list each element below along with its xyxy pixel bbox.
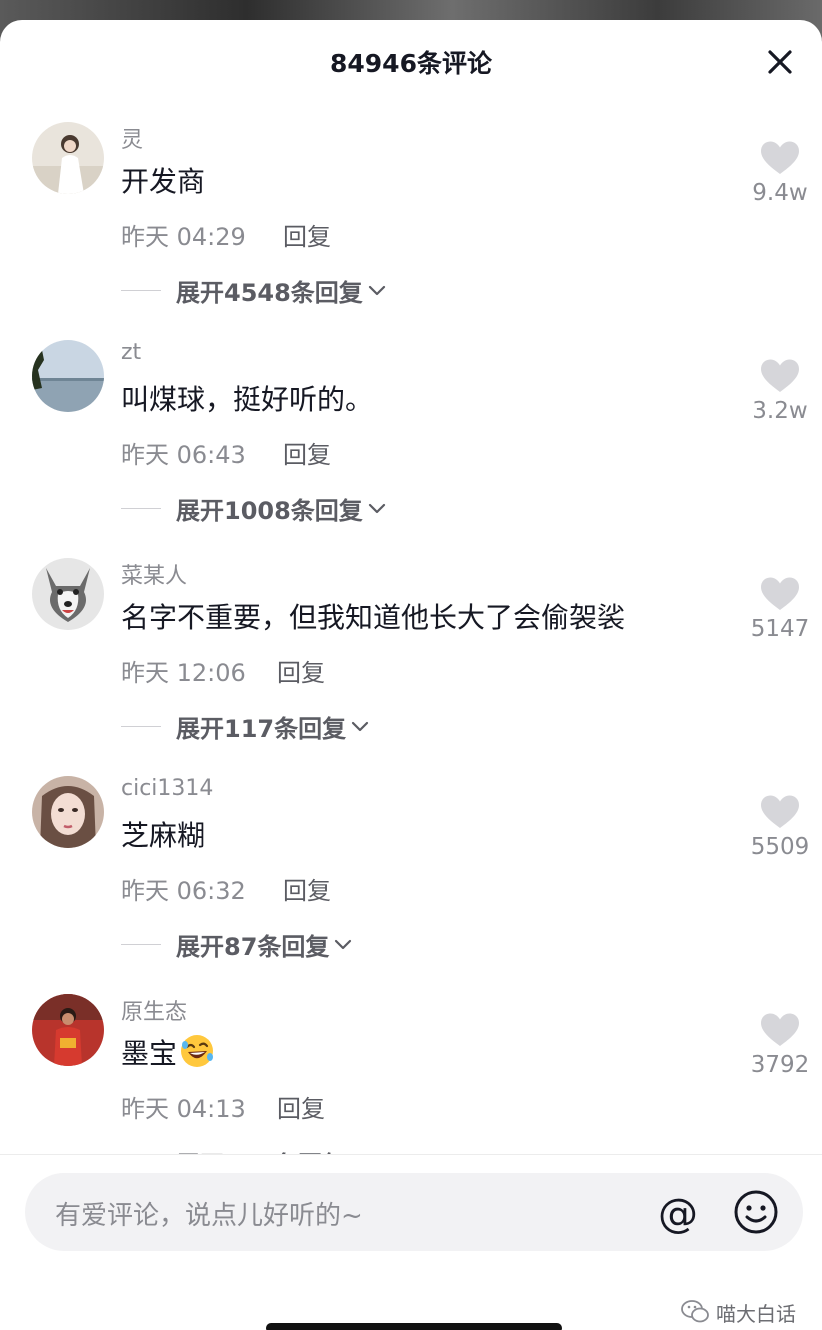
comment-time: 昨天 04:29	[121, 223, 246, 251]
like-button[interactable]: 3.2w	[744, 358, 816, 428]
chevron-down-icon	[352, 721, 369, 732]
emoji-button[interactable]	[731, 1187, 781, 1237]
like-count: 9.4w	[752, 180, 808, 206]
comment-text-value: 墨宝	[121, 1037, 178, 1070]
expand-replies-button[interactable]: 展开4548条回复	[121, 274, 388, 307]
smiley-icon	[734, 1190, 778, 1234]
avatar[interactable]	[32, 558, 104, 630]
expand-replies-label: 展开4548条回复	[176, 278, 363, 307]
reply-button[interactable]: 回复	[283, 435, 331, 470]
comment-text: 芝麻糊	[121, 819, 206, 852]
reply-button[interactable]: 回复	[283, 217, 331, 252]
comment-username[interactable]: cici1314	[121, 776, 213, 801]
comment-text: 叫煤球，挺好听的。	[121, 383, 374, 416]
comment-username[interactable]: zt	[121, 340, 141, 365]
avatar-sea-landscape-icon	[32, 340, 104, 412]
mention-button[interactable]: @	[653, 1191, 703, 1237]
reply-button[interactable]: 回复	[277, 653, 325, 688]
heart-icon	[761, 577, 799, 610]
close-icon	[768, 50, 792, 74]
expand-replies-button[interactable]: 展开1008条回复	[121, 492, 388, 525]
heart-icon	[761, 359, 799, 392]
comment-text: 名字不重要，但我知道他长大了会偷袈裟	[121, 601, 626, 634]
like-count: 3.2w	[752, 398, 808, 424]
divider-line	[121, 289, 161, 291]
chevron-down-icon	[368, 503, 385, 514]
like-button[interactable]: 3792	[744, 1012, 816, 1082]
watermark: 喵大白话	[680, 1297, 796, 1327]
wechat-icon	[681, 1300, 709, 1323]
rolling-laugh-emoji-icon	[181, 1035, 214, 1067]
divider-line	[121, 943, 161, 945]
comments-header: 84946条评论	[0, 20, 822, 100]
expand-replies-label: 展开1008条回复	[176, 496, 363, 525]
comment-time: 昨天 04:13	[121, 1095, 246, 1123]
at-icon: @	[658, 1191, 698, 1237]
like-button[interactable]: 9.4w	[744, 140, 816, 210]
comment-time: 昨天 06:32	[121, 877, 246, 905]
avatar[interactable]	[32, 994, 104, 1066]
reply-button[interactable]: 回复	[277, 1089, 325, 1124]
like-count: 5509	[750, 834, 810, 860]
comment-item: cici1314 芝麻糊 昨天 06:32 回复 展开87条回复 5509	[0, 776, 822, 994]
comment-username[interactable]: 灵	[121, 122, 143, 154]
comment-time: 昨天 12:06	[121, 659, 246, 687]
avatar-girl-white-dress-icon	[32, 122, 104, 194]
avatar[interactable]	[32, 122, 104, 194]
avatar-man-red-icon	[32, 994, 104, 1066]
like-button[interactable]: 5509	[744, 794, 816, 864]
comment-text: 开发商	[121, 165, 206, 198]
comment-item: 灵 开发商 昨天 04:29 回复 展开4548条回复 9.4w	[0, 122, 822, 340]
comment-item: zt 叫煤球，挺好听的。 昨天 06:43 回复 展开1008条回复 3.2w	[0, 340, 822, 558]
home-indicator[interactable]	[266, 1323, 562, 1330]
comment-input-bar: 有爱评论，说点儿好听的~ @ 喵大白话	[0, 1154, 822, 1330]
divider-line	[121, 725, 161, 727]
close-button[interactable]	[762, 44, 798, 80]
expand-replies-label: 展开87条回复	[176, 932, 330, 961]
expand-replies-button[interactable]: 展开117条回复	[121, 710, 371, 743]
comment-input[interactable]: 有爱评论，说点儿好听的~ @	[25, 1173, 803, 1251]
like-count: 5147	[750, 616, 810, 642]
expand-replies-button[interactable]: 展开87条回复	[121, 928, 354, 961]
like-count: 3792	[750, 1052, 810, 1078]
comment-username[interactable]: 菜某人	[121, 558, 187, 590]
avatar-girl-portrait-icon	[32, 776, 104, 848]
heart-icon	[761, 795, 799, 828]
chevron-down-icon	[368, 285, 385, 296]
avatar[interactable]	[32, 340, 104, 412]
comments-count-title: 84946条评论	[330, 49, 492, 78]
heart-icon	[761, 1013, 799, 1046]
comment-time: 昨天 06:43	[121, 441, 246, 469]
expand-replies-label: 展开117条回复	[176, 714, 347, 743]
watermark-text: 喵大白话	[716, 1301, 796, 1326]
chevron-down-icon	[335, 939, 352, 950]
avatar-husky-icon	[32, 558, 104, 630]
like-button[interactable]: 5147	[744, 576, 816, 646]
comment-input-placeholder: 有爱评论，说点儿好听的~	[55, 1201, 363, 1231]
comment-text: 墨宝	[121, 1032, 215, 1072]
comments-sheet: 84946条评论 灵 开发商 昨天 04:29 回复 展开4548条回复 9.4…	[0, 20, 822, 1330]
comment-username[interactable]: 原生态	[121, 994, 187, 1026]
avatar[interactable]	[32, 776, 104, 848]
reply-button[interactable]: 回复	[283, 871, 331, 906]
divider-line	[121, 507, 161, 509]
comment-item: 菜某人 名字不重要，但我知道他长大了会偷袈裟 昨天 12:06 回复 展开117…	[0, 558, 822, 776]
heart-icon	[761, 141, 799, 174]
